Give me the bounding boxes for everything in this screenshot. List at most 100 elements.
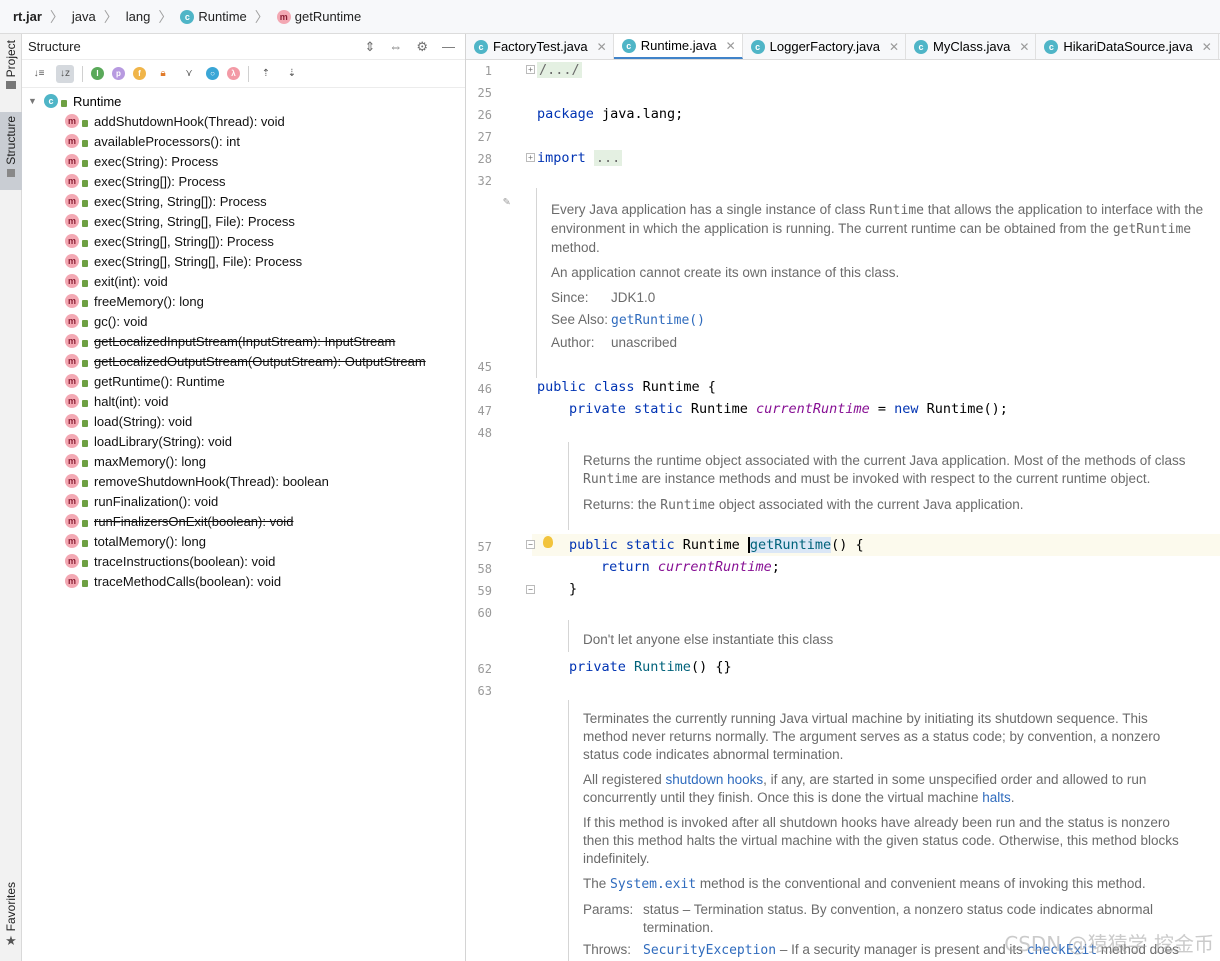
stripe-tab-project[interactable]: Project [0, 40, 22, 102]
tree-item-method[interactable]: m load(String): void [22, 411, 465, 431]
line-number: 25 [477, 86, 492, 100]
editor-tab[interactable]: c HikariDataSource.java ✕ [1036, 34, 1219, 59]
breadcrumb-rt-jar[interactable]: rt.jar [10, 9, 45, 24]
breadcrumb-runtime[interactable]: c Runtime [177, 9, 249, 24]
autoscroll-to-source-icon[interactable]: ⇡ [257, 65, 275, 83]
lightbulb-icon[interactable] [543, 536, 553, 548]
show-properties-icon[interactable]: p [112, 67, 125, 80]
fold-icon[interactable]: − [526, 585, 535, 594]
tree-item-method[interactable]: m exec(String[], String[]): Process [22, 231, 465, 251]
header-actions: ⇕ ⇔ ⚙ — [364, 39, 465, 55]
fold-icon[interactable]: + [526, 65, 535, 74]
tree-item-label: getLocalizedInputStream(InputStream): In… [94, 333, 396, 349]
public-lock-icon [82, 139, 88, 147]
code-text: () {} [690, 659, 732, 675]
tree-item-method[interactable]: m removeShutdownHook(Thread): boolean [22, 471, 465, 491]
tree-item-method[interactable]: m runFinalization(): void [22, 491, 465, 511]
tree-root-runtime[interactable]: ▼ c Runtime [22, 91, 465, 111]
close-icon[interactable]: ✕ [597, 40, 607, 54]
show-lambdas-icon[interactable]: λ [227, 67, 240, 80]
doc-link[interactable]: getRuntime() [611, 313, 705, 328]
doc-link[interactable]: System.exit [610, 877, 696, 892]
editor-tab[interactable]: c LoggerFactory.java ✕ [743, 34, 907, 59]
public-lock-icon [82, 179, 88, 187]
tree-item-method[interactable]: m addShutdownHook(Thread): void [22, 111, 465, 131]
fold-icon[interactable]: − [526, 540, 535, 549]
breadcrumb-java[interactable]: java [69, 9, 99, 24]
edit-doc-icon[interactable]: ✎ [503, 194, 510, 208]
tree-item-method[interactable]: m traceMethodCalls(boolean): void [22, 571, 465, 591]
sort-by-visibility-icon[interactable]: ↓≡ [30, 65, 48, 83]
tree-item-method[interactable]: m exec(String, String[]): Process [22, 191, 465, 211]
doc-link[interactable]: SecurityException [643, 943, 776, 958]
public-lock-icon [82, 439, 88, 447]
tree-item-method[interactable]: m exec(String, String[], File): Process [22, 211, 465, 231]
tree-item-method[interactable]: m getLocalizedInputStream(InputStream): I… [22, 331, 465, 351]
tree-item-method[interactable]: m freeMemory(): long [22, 291, 465, 311]
gear-icon[interactable]: ⚙ [416, 39, 428, 55]
tree-item-method[interactable]: m availableProcessors(): int [22, 131, 465, 151]
sort-alphabetically-icon[interactable]: ↓z [56, 64, 74, 83]
folded-region[interactable]: ... [593, 150, 623, 166]
code-text: java.lang; [593, 106, 684, 122]
tab-label: MyClass.java [933, 39, 1011, 54]
doc-tag-value: JDK1.0 [611, 290, 656, 305]
tree-item-method[interactable]: m exec(String[]): Process [22, 171, 465, 191]
gutter: 1 25 26 27 28 32 45 46 47 48 57 58 59 60 62 63 [466, 60, 532, 961]
editor-tab[interactable]: c FactoryTest.java ✕ [466, 34, 614, 59]
tree-item-method[interactable]: m getRuntime(): Runtime [22, 371, 465, 391]
class-icon: c [180, 9, 195, 24]
tree-item-label: load(String): void [94, 413, 193, 429]
show-inherited-icon[interactable]: I [91, 67, 104, 80]
close-icon[interactable]: ✕ [1202, 40, 1212, 54]
close-icon[interactable]: ✕ [726, 39, 736, 53]
doc-link[interactable]: shutdown hooks [666, 772, 764, 787]
tree-item-method[interactable]: m totalMemory(): long [22, 531, 465, 551]
code-line-1: /.../ [537, 62, 582, 78]
code-area[interactable]: 1 25 26 27 28 32 45 46 47 48 57 58 59 60 62 63 ✎ + + − … [466, 60, 1220, 961]
expand-all-icon[interactable]: ⇕ [364, 39, 375, 55]
minimize-icon[interactable]: — [442, 39, 455, 55]
tree-item-method[interactable]: m traceInstructions(boolean): void [22, 551, 465, 571]
code-line-58: return currentRuntime; [601, 559, 780, 575]
breadcrumb-lang[interactable]: lang [123, 9, 154, 24]
fold-icon[interactable]: + [526, 153, 535, 162]
rendered-javadoc-exit: Terminates the currently running Java vi… [583, 710, 1193, 960]
tree-item-method[interactable]: m maxMemory(): long [22, 451, 465, 471]
doc-link[interactable]: halts [982, 790, 1011, 805]
autoscroll-from-source-icon[interactable]: ⇣ [283, 65, 301, 83]
doc-tag-key: Throws: [583, 942, 632, 957]
close-icon[interactable]: ✕ [1019, 40, 1029, 54]
breadcrumb-getruntime[interactable]: m getRuntime [274, 9, 364, 24]
tree-item-method[interactable]: m gc(): void [22, 311, 465, 331]
tree-item-method[interactable]: m exec(String[], String[], File): Process [22, 251, 465, 271]
method-icon: m [65, 394, 79, 408]
editor-tab[interactable]: c Runtime.java ✕ [613, 34, 743, 59]
tree-item-method[interactable]: m exit(int): void [22, 271, 465, 291]
show-non-public-icon[interactable]: 🔒︎ [154, 65, 172, 83]
show-tree-icon[interactable]: ⋎ [180, 65, 198, 83]
tree-item-method[interactable]: m loadLibrary(String): void [22, 431, 465, 451]
keyword: private static [569, 401, 683, 417]
show-anonymous-icon[interactable]: ○ [206, 67, 219, 80]
stripe-tab-structure[interactable]: Structure [0, 112, 22, 190]
tree-item-method[interactable]: m halt(int): void [22, 391, 465, 411]
chevron-down-icon[interactable]: ▼ [28, 96, 44, 106]
tree-item-method[interactable]: m exec(String): Process [22, 151, 465, 171]
tree-item-label: gc(): void [94, 313, 148, 329]
editor-tab[interactable]: c MyClass.java ✕ [906, 34, 1037, 59]
doc-paragraph: Returns the runtime object associated wi… [583, 452, 1193, 489]
doc-see-also: See Also: getRuntime() [551, 311, 1211, 330]
method-icon: m [65, 374, 79, 388]
folded-region[interactable]: /.../ [537, 62, 582, 78]
public-lock-icon [82, 119, 88, 127]
doc-text: object associated with the current Java … [715, 497, 1024, 512]
tree-item-method[interactable]: m runFinalizersOnExit(boolean): void [22, 511, 465, 531]
line-number: 60 [477, 606, 492, 620]
close-icon[interactable]: ✕ [889, 40, 899, 54]
collapse-all-icon[interactable]: ⇔ [389, 39, 402, 55]
show-fields-icon[interactable]: f [133, 67, 146, 80]
tree-item-method[interactable]: m getLocalizedOutputStream(OutputStream):… [22, 351, 465, 371]
tool-window-stripe: Project Structure Favorites ★ [0, 34, 22, 961]
stripe-tab-favorites[interactable]: Favorites ★ [0, 882, 22, 956]
